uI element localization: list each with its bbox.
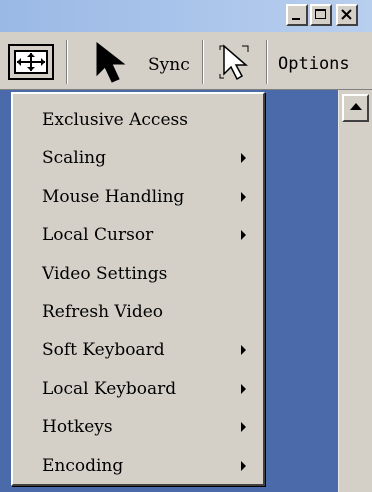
menu-item-scaling[interactable]: Scaling [13,139,263,177]
menu-item-label: Refresh Video [42,301,164,322]
submenu-arrow-icon [241,191,246,202]
white-cursor-button[interactable] [218,44,258,86]
submenu-arrow-icon [241,345,246,356]
menu-item-hotkeys[interactable]: Hotkeys [13,408,263,446]
menu-item-label: Exclusive Access [42,110,188,130]
submenu-arrow-icon [241,460,246,471]
menu-item-label: Local Keyboard [42,378,177,399]
menu-item-local-cursor[interactable]: Local Cursor [13,216,263,254]
maximize-button[interactable] [310,4,332,26]
submenu-arrow-icon [241,230,246,241]
dropdown-menu: Exclusive Access Scaling Mouse Handling … [11,92,265,486]
menu-item-label: Mouse Handling [42,186,185,207]
menu-item-mouse-handling[interactable]: Mouse Handling [13,178,263,216]
minimize-button[interactable] [286,4,308,26]
minimize-icon [292,18,300,20]
fit-window-button[interactable] [8,44,54,84]
sync-label[interactable]: Sync [148,55,190,75]
menu-item-label: Hotkeys [42,417,113,438]
white-cursor-icon [219,44,249,81]
toolbar-separator [66,40,67,84]
menu-item-exclusive-access[interactable]: Exclusive Access [13,101,263,139]
submenu-arrow-icon [241,422,246,433]
menu-item-refresh-video[interactable]: Refresh Video [13,293,263,331]
submenu-arrow-icon [241,153,246,164]
scroll-up-button[interactable] [342,94,369,122]
menu-item-label: Local Cursor [42,225,154,246]
close-icon [341,9,352,20]
menu-item-label: Soft Keyboard [42,340,165,361]
menu-item-local-keyboard[interactable]: Local Keyboard [13,370,263,408]
toolbar-separator [202,40,203,84]
vertical-scrollbar[interactable] [338,90,372,492]
up-arrow-icon [350,103,362,110]
menu-item-label: Video Settings [42,263,168,284]
maximize-icon [315,9,326,19]
black-cursor-button[interactable] [94,41,134,88]
menu-item-video-settings[interactable]: Video Settings [13,255,263,293]
toolbar-separator [266,40,267,84]
menu-item-encoding[interactable]: Encoding [13,447,263,485]
options-menu-button[interactable]: Options [278,54,350,74]
submenu-arrow-icon [241,383,246,394]
toolbar: Sync Options [0,32,372,90]
menu-item-label: Scaling [42,148,107,169]
black-cursor-icon [96,41,126,83]
menu-item-soft-keyboard[interactable]: Soft Keyboard [13,331,263,369]
title-bar [0,0,372,32]
fit-window-icon [8,44,54,80]
menu-item-label: Encoding [42,455,124,476]
close-button[interactable] [336,4,358,26]
